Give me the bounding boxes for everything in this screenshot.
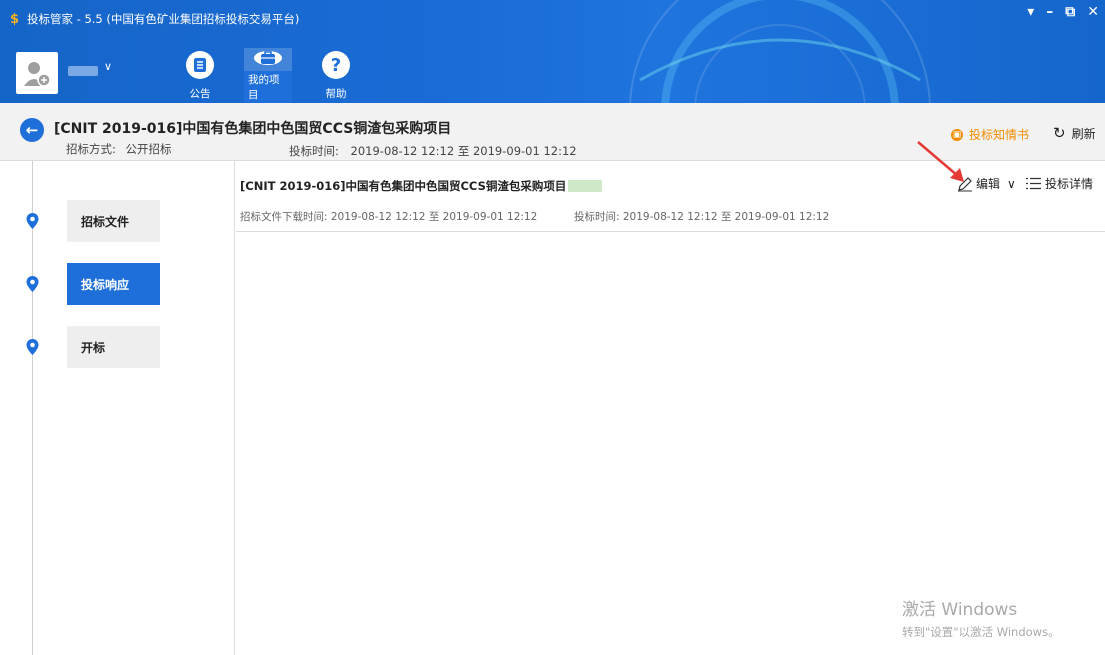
nav-label: 公告 [189, 88, 211, 100]
item-title: [CNIT 2019-016]中国有色集团中色国贸CCS铜渣包采购项目 [240, 178, 603, 194]
bid-method-label: 招标方式: [66, 142, 116, 156]
nav-my-projects[interactable]: 我的项目 [244, 48, 292, 103]
step-bid-response: 投标响应 [0, 263, 235, 307]
step-button[interactable]: 投标响应 [67, 263, 160, 305]
step-button[interactable]: 招标文件 [67, 200, 160, 242]
menu-dropdown-icon[interactable]: ▾ [1027, 4, 1034, 20]
bid-time-label: 投标时间: [289, 144, 339, 158]
close-icon[interactable]: ✕ [1087, 4, 1099, 20]
user-dropdown-icon[interactable]: ∨ [104, 60, 112, 73]
bid-method-value: 公开招标 [125, 142, 172, 156]
refresh-icon: ↻ [1053, 124, 1066, 142]
user-name-redacted [68, 66, 98, 76]
window-controls: ▾ – ⧉ ✕ [1027, 4, 1099, 20]
nav-announcements[interactable]: 公告 [176, 48, 224, 102]
nav-label: 帮助 [325, 88, 347, 100]
chevron-down-icon: ∨ [1007, 176, 1016, 191]
download-time: 招标文件下载时间: 2019-08-12 12:12 至 2019-09-01 … [240, 211, 538, 223]
avatar[interactable] [16, 52, 58, 94]
list-icon [1026, 177, 1041, 190]
header-decoration [629, 0, 931, 103]
user-avatar-icon [24, 62, 51, 87]
step-bid-documents: 招标文件 [0, 200, 235, 244]
step-button[interactable]: 开标 [67, 326, 160, 368]
step-bid-opening: 开标 [0, 326, 235, 370]
list-item: [CNIT 2019-016]中国有色集团中色国贸CCS铜渣包采购项目 招标文件… [236, 161, 1105, 232]
document-list-icon [186, 51, 214, 79]
annotation-arrow-icon [917, 141, 964, 182]
page-title: [CNIT 2019-016]中国有色集团中色国贸CCS铜渣包采购项目 [54, 121, 452, 137]
bid-time-value: 2019-08-12 12:12 至 2019-09-01 12:12 [350, 144, 577, 158]
arrow-left-icon: ← [25, 121, 39, 139]
app-title: $ 投标管家 - 5.5 (中国有色矿业集团招标投标交易平台) [10, 11, 299, 27]
redacted-mask [568, 180, 603, 192]
edit-label: 编辑 [976, 177, 1001, 191]
bid-details-label: 投标详情 [1045, 177, 1094, 191]
back-button[interactable]: ← [20, 118, 44, 142]
minimize-icon[interactable]: – [1046, 4, 1053, 20]
location-pin-icon [26, 339, 39, 355]
nav-label: 我的项目 [244, 71, 292, 103]
bid-details-button[interactable]: 投标详情 [1026, 175, 1093, 192]
bid-notice-label: 投标知情书 [969, 128, 1030, 142]
refresh-button[interactable]: ↻ 刷新 [1053, 124, 1096, 142]
restore-icon[interactable]: ⧉ [1065, 4, 1075, 20]
location-pin-icon [26, 276, 39, 292]
watermark-line1: 激活 Windows [902, 600, 1018, 620]
watermark-line2: 转到"设置"以激活 Windows。 [902, 625, 1060, 639]
app-logo-icon: $ [10, 11, 20, 27]
item-title-text: [CNIT 2019-016]中国有色集团中色国贸CCS铜渣包采购项目 [240, 179, 567, 193]
briefcase-icon [254, 51, 282, 65]
location-pin-icon [26, 213, 39, 229]
main-panel: [CNIT 2019-016]中国有色集团中色国贸CCS铜渣包采购项目 招标文件… [236, 161, 1105, 655]
windows-activation-watermark: 激活 Windows 转到"设置"以激活 Windows。 [902, 595, 1060, 640]
bid-method: 招标方式: 公开招标 [66, 141, 172, 157]
refresh-label: 刷新 [1071, 126, 1096, 141]
app-header: $ 投标管家 - 5.5 (中国有色矿业集团招标投标交易平台) ▾ – ⧉ ✕ … [0, 0, 1105, 103]
question-icon: ? [322, 51, 350, 79]
bid-time: 投标时间: 2019-08-12 12:12 至 2019-09-01 12:1… [289, 143, 577, 159]
app-title-text: 投标管家 - 5.5 (中国有色矿业集团招标投标交易平台) [27, 12, 300, 26]
item-bid-time: 投标时间: 2019-08-12 12:12 至 2019-09-01 12:1… [574, 211, 830, 223]
nav-help[interactable]: ? 帮助 [312, 48, 360, 102]
step-sidebar: 招标文件 投标响应 开标 [0, 161, 235, 655]
